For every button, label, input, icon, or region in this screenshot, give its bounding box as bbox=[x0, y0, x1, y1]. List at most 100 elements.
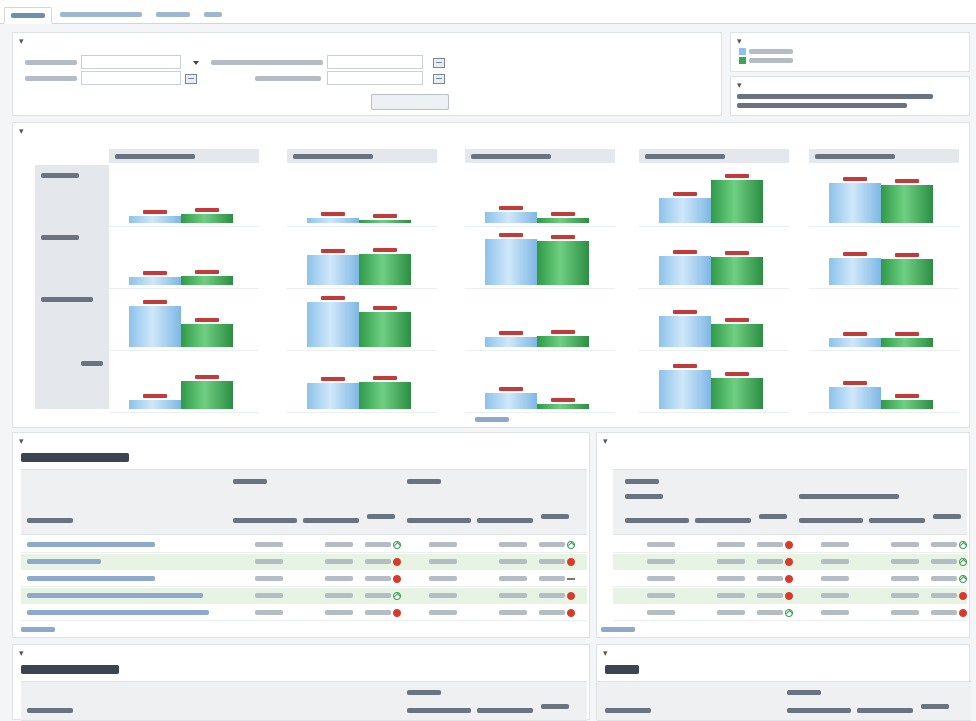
bar-previous-value-label bbox=[843, 332, 867, 336]
filter-date-field-4[interactable] bbox=[327, 71, 423, 85]
tab-3[interactable] bbox=[150, 7, 196, 24]
side-table-edit-link[interactable] bbox=[601, 627, 635, 632]
collapse-triangle-icon[interactable]: ▾ bbox=[19, 127, 25, 136]
filter-label-2 bbox=[211, 60, 323, 65]
filter-date-field-2[interactable] bbox=[327, 55, 423, 69]
chart-column-header bbox=[809, 149, 959, 163]
chart-column-header bbox=[465, 149, 615, 163]
bar-previous[interactable] bbox=[829, 258, 881, 285]
bar-previous[interactable] bbox=[485, 337, 537, 347]
chart-column-2 bbox=[287, 149, 437, 413]
indicator-link[interactable] bbox=[27, 559, 101, 564]
bar-current[interactable] bbox=[181, 276, 233, 285]
bar-previous[interactable] bbox=[659, 198, 711, 223]
bar-previous[interactable] bbox=[829, 183, 881, 223]
directions-table-header bbox=[21, 681, 587, 721]
bar-current-value-label bbox=[895, 179, 919, 183]
bar-current[interactable] bbox=[359, 254, 411, 285]
collapse-triangle-icon[interactable]: ▾ bbox=[603, 437, 609, 446]
bar-current[interactable] bbox=[881, 185, 933, 223]
bar-previous[interactable] bbox=[485, 393, 537, 409]
bar-previous[interactable] bbox=[307, 383, 359, 409]
chart-cell bbox=[639, 165, 789, 227]
filter-date-field-3[interactable] bbox=[81, 71, 181, 85]
chart-cell bbox=[109, 165, 259, 227]
bar-previous[interactable] bbox=[485, 212, 537, 223]
tab-2[interactable] bbox=[54, 7, 148, 24]
table-row[interactable] bbox=[21, 588, 587, 604]
calendar-icon[interactable] bbox=[433, 74, 445, 84]
bar-previous[interactable] bbox=[829, 387, 881, 409]
bar-previous-value-label bbox=[143, 210, 167, 214]
indicator-link[interactable] bbox=[27, 576, 155, 581]
bar-current[interactable] bbox=[881, 400, 933, 409]
bar-previous[interactable] bbox=[307, 218, 359, 223]
red-circle-icon bbox=[959, 609, 967, 617]
collapse-triangle-icon[interactable]: ▾ bbox=[19, 437, 25, 446]
collapse-triangle-icon[interactable]: ▾ bbox=[737, 81, 743, 90]
table-row[interactable] bbox=[613, 537, 967, 553]
bar-current[interactable] bbox=[711, 180, 763, 223]
change-percent-cell bbox=[365, 610, 391, 615]
chart-column-4 bbox=[639, 149, 789, 413]
tab-4[interactable] bbox=[198, 7, 228, 24]
table-row[interactable] bbox=[613, 554, 967, 570]
collapse-triangle-icon[interactable]: ▾ bbox=[19, 649, 25, 658]
change-percent-cell bbox=[365, 542, 391, 547]
main-table-edit-link[interactable] bbox=[21, 627, 55, 632]
chart-edit-link[interactable] bbox=[475, 417, 509, 422]
bar-previous[interactable] bbox=[829, 338, 881, 347]
bar-current[interactable] bbox=[181, 324, 233, 347]
bar-current[interactable] bbox=[881, 259, 933, 285]
bar-current[interactable] bbox=[359, 382, 411, 409]
bar-previous[interactable] bbox=[307, 302, 359, 347]
bar-current[interactable] bbox=[537, 241, 589, 285]
bar-previous[interactable] bbox=[659, 256, 711, 285]
indicator-link[interactable] bbox=[27, 610, 209, 615]
bar-previous[interactable] bbox=[485, 239, 537, 285]
table-row[interactable] bbox=[21, 554, 587, 570]
bar-current[interactable] bbox=[537, 336, 589, 347]
numeric-cell bbox=[429, 542, 457, 547]
bar-current[interactable] bbox=[711, 257, 763, 285]
bar-previous[interactable] bbox=[129, 216, 181, 223]
bar-previous[interactable] bbox=[659, 316, 711, 347]
collapse-triangle-icon[interactable]: ▾ bbox=[737, 37, 743, 46]
bar-previous-value-label bbox=[673, 192, 697, 196]
table-row[interactable] bbox=[21, 605, 587, 621]
bar-previous-value-label bbox=[499, 387, 523, 391]
indicator-link[interactable] bbox=[27, 593, 203, 598]
bar-current[interactable] bbox=[359, 312, 411, 347]
bar-current[interactable] bbox=[359, 220, 411, 223]
table-row[interactable] bbox=[613, 605, 967, 621]
apply-button[interactable] bbox=[371, 94, 449, 110]
collapse-triangle-icon[interactable]: ▾ bbox=[19, 37, 25, 46]
filter-label-3 bbox=[25, 76, 77, 81]
bar-previous[interactable] bbox=[129, 306, 181, 347]
bar-current[interactable] bbox=[711, 378, 763, 409]
bar-previous[interactable] bbox=[129, 400, 181, 409]
bar-previous[interactable] bbox=[129, 277, 181, 285]
indicator-link[interactable] bbox=[27, 542, 155, 547]
numeric-cell bbox=[717, 593, 745, 598]
calendar-icon[interactable] bbox=[185, 74, 197, 84]
bar-current[interactable] bbox=[881, 338, 933, 347]
bar-current[interactable] bbox=[181, 381, 233, 409]
bar-current[interactable] bbox=[181, 214, 233, 223]
bar-previous[interactable] bbox=[659, 370, 711, 409]
tab-1[interactable] bbox=[4, 7, 52, 24]
bar-current[interactable] bbox=[711, 324, 763, 347]
table-row[interactable] bbox=[21, 571, 587, 587]
table-row[interactable] bbox=[21, 537, 587, 553]
bar-current[interactable] bbox=[537, 404, 589, 409]
bar-previous-value-label bbox=[673, 250, 697, 254]
table-row[interactable] bbox=[613, 588, 967, 604]
filter-select-1[interactable] bbox=[81, 55, 181, 69]
bar-previous[interactable] bbox=[307, 255, 359, 285]
collapse-triangle-icon[interactable]: ▾ bbox=[603, 649, 609, 658]
chevron-down-icon[interactable] bbox=[193, 61, 199, 65]
arrow-up-circle-icon bbox=[959, 541, 967, 549]
table-row[interactable] bbox=[613, 571, 967, 587]
calendar-icon[interactable] bbox=[433, 58, 445, 68]
bar-current[interactable] bbox=[537, 218, 589, 223]
